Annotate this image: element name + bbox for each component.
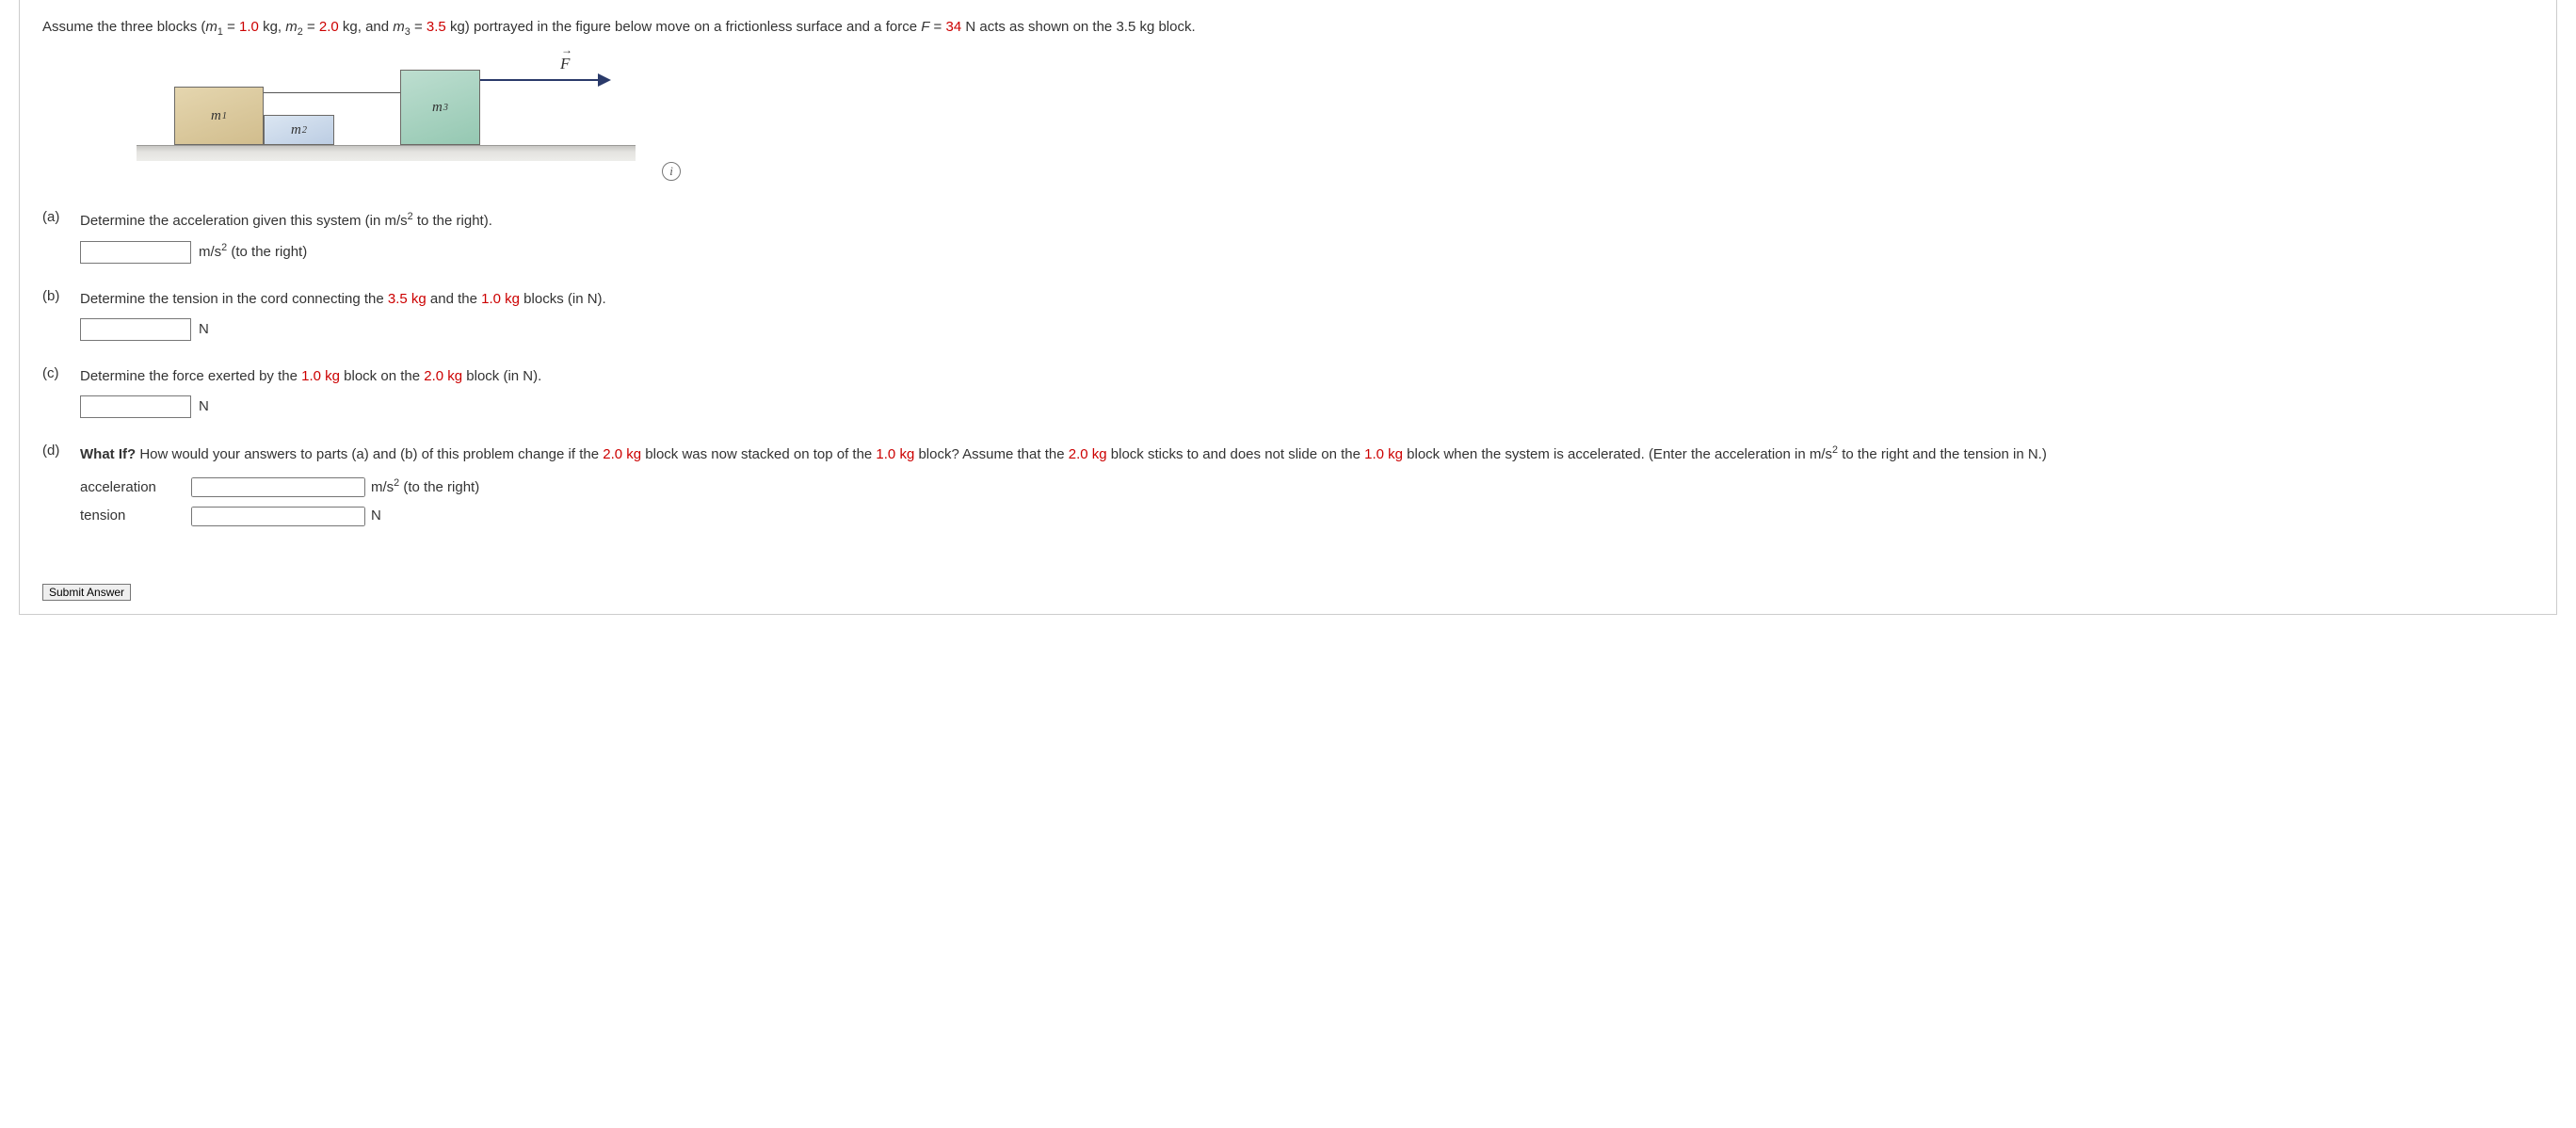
problem-statement: Assume the three blocks (m1 = 1.0 kg, m2… (42, 17, 2534, 40)
acceleration-unit: m/s2 (to the right) (371, 475, 479, 499)
force-label-text: F (560, 55, 570, 73)
part-c-label: (c) (42, 365, 80, 381)
block-m3: m3 (400, 70, 480, 145)
stmt-mid: kg) portrayed in the figure below move o… (446, 19, 921, 35)
submit-answer-button[interactable]: Submit Answer (42, 584, 131, 601)
part-b-label: (b) (42, 288, 80, 304)
part-b-input[interactable] (80, 318, 191, 341)
m3-label: m (432, 100, 443, 116)
part-a-answer-row: m/s2 (to the right) (80, 240, 2534, 264)
F-value: 34 (946, 19, 962, 35)
part-d-label: (d) (42, 443, 80, 459)
part-d: (d) What If? How would your answers to p… (42, 443, 2534, 533)
part-b-unit: N (199, 318, 209, 341)
part-a-label: (a) (42, 209, 80, 225)
block-m1: m1 (174, 87, 264, 145)
stmt-eq2: = (303, 19, 319, 35)
stmt-eq1: = (223, 19, 239, 35)
m3-value: 3.5 (427, 19, 446, 35)
part-a-input[interactable] (80, 241, 191, 264)
var-m3: m (393, 19, 405, 35)
m1-sub: 1 (222, 111, 227, 121)
force-vector-line (480, 79, 603, 81)
figure: m1 m2 m3 F i (137, 53, 701, 185)
ground-surface (137, 145, 636, 161)
stmt-sep1: kg, (259, 19, 285, 35)
what-if-label: What If? (80, 446, 136, 462)
m2-value: 2.0 (319, 19, 339, 35)
part-c-unit: N (199, 395, 209, 418)
part-a-text: Determine the acceleration given this sy… (80, 213, 492, 229)
part-d-text: What If? How would your answers to parts… (80, 446, 2047, 462)
part-d-tension-input[interactable] (191, 507, 365, 526)
stmt-and: kg, and (339, 19, 394, 35)
part-c: (c) Determine the force exerted by the 1… (42, 365, 2534, 418)
part-d-acceleration-input[interactable] (191, 477, 365, 497)
part-d-inputs: acceleration m/s2 (to the right) tension… (80, 475, 2534, 527)
stmt-eq3: = (411, 19, 427, 35)
m2-label: m (291, 122, 301, 138)
part-a: (a) Determine the acceleration given thi… (42, 209, 2534, 264)
var-F: F (921, 19, 929, 35)
m2-sub: 2 (302, 125, 307, 136)
info-icon[interactable]: i (662, 162, 681, 181)
part-b-answer-row: N (80, 318, 2534, 341)
stmt-Feq: = (929, 19, 945, 35)
m1-label: m (211, 108, 221, 124)
m3-sub: 3 (443, 103, 448, 113)
part-c-input[interactable] (80, 395, 191, 418)
part-b: (b) Determine the tension in the cord co… (42, 288, 2534, 341)
stmt-suffix: N acts as shown on the 3.5 kg block. (961, 19, 1195, 35)
block-m2: m2 (264, 115, 334, 145)
stmt-text: Assume the three blocks ( (42, 19, 205, 35)
part-c-text: Determine the force exerted by the 1.0 k… (80, 368, 541, 384)
var-m1: m (205, 19, 217, 35)
tension-unit: N (371, 505, 381, 527)
force-vector-arrow-icon (598, 73, 611, 87)
tension-label: tension (80, 505, 191, 527)
part-a-unit: m/s2 (to the right) (199, 240, 307, 264)
cord (264, 92, 400, 93)
m1-value: 1.0 (239, 19, 259, 35)
acceleration-label: acceleration (80, 476, 191, 499)
part-b-text: Determine the tension in the cord connec… (80, 291, 606, 307)
question-container: Assume the three blocks (m1 = 1.0 kg, m2… (19, 0, 2557, 615)
part-c-answer-row: N (80, 395, 2534, 418)
var-m2: m (285, 19, 298, 35)
force-label: F (560, 55, 570, 73)
